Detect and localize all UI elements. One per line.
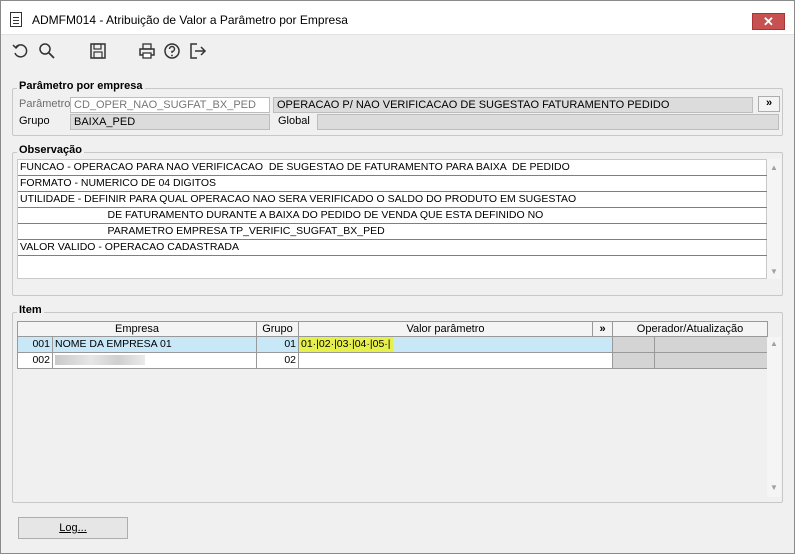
window-title: ADMFM014 - Atribuição de Valor a Parâmet… (32, 13, 348, 27)
row-1-valor-text: 01·|02·|03·|04·|05·| (299, 337, 393, 352)
title-bar: ADMFM014 - Atribuição de Valor a Parâmet… (1, 1, 794, 35)
item-legend: Item (17, 304, 44, 316)
observacao-group: Observação FUNCAO - OPERACAO PARA NAO VE… (12, 144, 783, 296)
global-label: Global (278, 115, 310, 127)
observacao-scrollbar[interactable]: ▲ ▼ (767, 159, 781, 279)
row-2-atualizacao (655, 353, 768, 369)
window: ADMFM014 - Atribuição de Valor a Parâmet… (0, 0, 795, 554)
observacao-line: FUNCAO - OPERACAO PARA NAO VERIFICACAO D… (18, 160, 768, 176)
parametro-expand-button[interactable]: » (758, 96, 780, 112)
parametro-label: Parâmetro (19, 98, 71, 110)
observacao-line: FORMATO - NUMERICO DE 04 DIGITOS (18, 176, 768, 192)
close-button[interactable]: ✕ (752, 13, 785, 30)
row-1-operador (613, 337, 655, 353)
row-1-valor[interactable]: 01·|02·|03·|04·|05·| (299, 337, 613, 353)
parametro-legend: Parâmetro por empresa (17, 80, 145, 92)
column-header-grupo[interactable]: Grupo (257, 321, 299, 337)
row-2-operador (613, 353, 655, 369)
toolbar (1, 36, 794, 66)
grupo-field: BAIXA_PED (70, 114, 270, 130)
row-1-atualizacao (655, 337, 768, 353)
exit-icon[interactable] (189, 42, 207, 60)
print-icon[interactable] (138, 42, 156, 60)
scroll-down-icon[interactable]: ▼ (770, 267, 778, 276)
parametro-description-field: OPERACAO P/ NAO VERIFICACAO DE SUGESTAO … (273, 97, 753, 113)
log-button[interactable]: Log... (18, 517, 128, 539)
column-expand-button[interactable]: » (593, 321, 613, 337)
undo-icon[interactable] (12, 42, 30, 60)
row-1-empresa[interactable]: NOME DA EMPRESA 01 (53, 337, 257, 353)
row-2-valor[interactable] (299, 353, 613, 369)
observacao-line: UTILIDADE - DEFINIR PARA QUAL OPERACAO N… (18, 192, 768, 208)
redacted-name (55, 355, 145, 366)
global-field (317, 114, 779, 130)
item-group: Item Empresa Grupo Valor parâmetro » Ope… (12, 304, 783, 503)
observacao-legend: Observação (17, 144, 84, 156)
column-header-operador[interactable]: Operador/Atualização (613, 321, 768, 337)
save-icon[interactable] (89, 42, 107, 60)
column-header-valor[interactable]: Valor parâmetro (299, 321, 593, 337)
row-2-empresa[interactable] (53, 353, 257, 369)
log-button-label: Log... (59, 522, 87, 534)
item-grid: Empresa Grupo Valor parâmetro » Operador… (17, 321, 768, 497)
scroll-down-icon[interactable]: ▼ (770, 483, 778, 492)
item-scrollbar[interactable]: ▲ ▼ (767, 337, 781, 497)
search-icon[interactable] (38, 42, 56, 60)
observacao-line: PARAMETRO EMPRESA TP_VERIFIC_SUGFAT_BX_P… (18, 224, 768, 240)
grupo-label: Grupo (19, 115, 50, 127)
parametro-code-field[interactable]: CD_OPER_NAO_SUGFAT_BX_PED (70, 97, 270, 113)
observacao-line: DE FATURAMENTO DURANTE A BAIXA DO PEDIDO… (18, 208, 768, 224)
help-icon[interactable] (163, 42, 181, 60)
document-icon (10, 12, 22, 27)
scroll-up-icon[interactable]: ▲ (770, 339, 778, 348)
row-2-code[interactable]: 002 (17, 353, 53, 369)
observacao-text-area[interactable]: FUNCAO - OPERACAO PARA NAO VERIFICACAO D… (17, 159, 768, 279)
parametro-group: Parâmetro por empresa Parâmetro CD_OPER_… (12, 80, 783, 136)
row-1-code[interactable]: 001 (17, 337, 53, 353)
column-header-empresa[interactable]: Empresa (17, 321, 257, 337)
scroll-up-icon[interactable]: ▲ (770, 163, 778, 172)
row-2-grupo[interactable]: 02 (257, 353, 299, 369)
observacao-line: VALOR VALIDO - OPERACAO CADASTRADA (18, 240, 768, 256)
row-1-grupo[interactable]: 01 (257, 337, 299, 353)
